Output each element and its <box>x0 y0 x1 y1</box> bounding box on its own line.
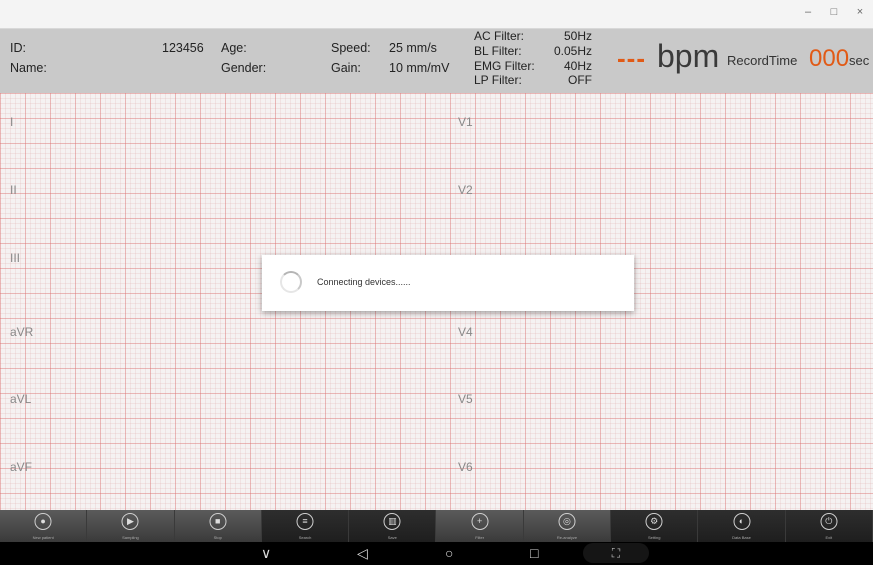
lead-label-v5: V5 <box>458 392 473 406</box>
filter-value: OFF <box>568 73 592 88</box>
exit-icon: ⏻ <box>820 513 838 530</box>
gain-value: 10 mm/mV <box>389 61 450 75</box>
bl-filter-row: BL Filter: 0.05Hz <box>474 44 592 59</box>
lead-label-v2: V2 <box>458 183 473 197</box>
lead-label-v1: V1 <box>458 115 473 129</box>
toolbar-label: Exit <box>825 535 833 540</box>
expand-icon[interactable]: ⛶ <box>583 543 649 563</box>
analyze-icon: ◎ <box>558 513 576 530</box>
android-nav-bar: ∨ ◁ ○ □ ⛶ <box>0 542 873 565</box>
age-label: Age: <box>221 41 247 55</box>
lead-label-v4: V4 <box>458 325 473 339</box>
lead-label-avf: aVF <box>10 460 33 474</box>
close-icon[interactable]: × <box>853 6 867 18</box>
search-button[interactable]: ≡ Search <box>261 510 350 542</box>
stop-icon: ■ <box>209 513 227 530</box>
new-patient-button[interactable]: ● New patient <box>0 510 88 542</box>
emg-filter-row: EMG Filter: 40Hz <box>474 59 592 74</box>
home-icon[interactable]: ○ <box>445 545 453 561</box>
toolbar-label: Setting <box>648 535 661 540</box>
lead-label-ii: II <box>10 183 17 197</box>
save-button[interactable]: ▥ Save <box>349 510 437 542</box>
lp-filter-row: LP Filter: OFF <box>474 73 592 88</box>
setting-button[interactable]: ⚙ Setting <box>611 510 699 542</box>
toolbar-label: New patient <box>32 535 54 540</box>
database-button[interactable]: ◐ Data Base <box>698 510 786 542</box>
toolbar-label: Sampling <box>122 535 139 540</box>
toolbar-label: Search <box>298 535 312 540</box>
plus-icon: + <box>471 513 489 530</box>
back-icon[interactable]: ◁ <box>357 545 368 561</box>
connecting-dialog: Connecting devices...... <box>262 255 634 311</box>
heart-rate-value: --- <box>617 43 646 73</box>
window-title-bar: – □ × <box>0 0 873 29</box>
ac-filter-row: AC Filter: 50Hz <box>474 29 592 44</box>
loading-spinner-icon <box>280 271 302 293</box>
lead-label-i: I <box>10 115 14 129</box>
filter-label: LP Filter: <box>474 73 522 88</box>
maximize-icon[interactable]: □ <box>827 6 841 18</box>
filter-label: BL Filter: <box>474 43 522 58</box>
patient-info-header: ID: 123456 Name: Age: Gender: Speed: 25 … <box>0 29 873 93</box>
bottom-toolbar: ● New patient ▶ Sampling ■ Stop ≡ Search ▥ Sa… <box>0 510 873 542</box>
filter-value: 40Hz <box>563 58 592 73</box>
filter-button[interactable]: + Filter <box>436 510 524 542</box>
dialog-message: Connecting devices...... <box>317 277 411 287</box>
chevron-down-icon[interactable]: ∨ <box>261 545 271 561</box>
exit-button[interactable]: ⏻ Exit <box>785 510 873 542</box>
record-time-unit: sec <box>849 53 870 68</box>
speed-value: 25 mm/s <box>389 41 437 55</box>
filter-label: AC Filter: <box>474 29 525 43</box>
sampling-button[interactable]: ▶ Sampling <box>87 510 175 542</box>
toolbar-label: Stop <box>213 535 222 540</box>
id-value: 123456 <box>162 41 204 55</box>
speed-label: Speed: <box>331 41 371 55</box>
id-label: ID: <box>10 41 26 55</box>
stop-button[interactable]: ■ Stop <box>174 510 262 542</box>
bpm-unit: bpm <box>657 38 720 74</box>
gear-icon: ⚙ <box>645 513 663 530</box>
filter-settings: AC Filter: 50Hz BL Filter: 0.05Hz EMG Filt… <box>474 29 592 88</box>
window-controls: – □ × <box>801 6 867 18</box>
filter-value: 0.05Hz <box>554 43 593 58</box>
record-time-value: 000 <box>809 45 850 72</box>
chart-icon: ▥ <box>383 513 401 530</box>
lead-label-iii: III <box>10 251 21 265</box>
recent-apps-icon[interactable]: □ <box>530 545 538 561</box>
database-icon: ◐ <box>733 513 751 530</box>
gain-label: Gain: <box>331 61 361 75</box>
gender-label: Gender: <box>221 61 267 75</box>
filter-value: 50Hz <box>563 29 592 43</box>
filter-label: EMG Filter: <box>474 58 535 73</box>
record-time-label: RecordTime <box>727 53 798 68</box>
lead-label-avl: aVL <box>10 392 32 406</box>
lead-label-avr: aVR <box>10 325 34 339</box>
name-label: Name: <box>10 61 47 75</box>
person-icon: ● <box>34 513 52 530</box>
reanalyze-button[interactable]: ◎ Re-analyze <box>523 510 612 542</box>
toolbar-label: Re-analyze <box>556 535 578 540</box>
search-icon: ≡ <box>296 513 314 530</box>
toolbar-label: Save <box>387 535 397 540</box>
lead-label-v6: V6 <box>458 460 473 474</box>
toolbar-label: Data Base <box>732 535 751 540</box>
play-icon: ▶ <box>121 513 139 530</box>
minimize-icon[interactable]: – <box>801 6 815 18</box>
toolbar-label: Filter <box>475 535 485 540</box>
